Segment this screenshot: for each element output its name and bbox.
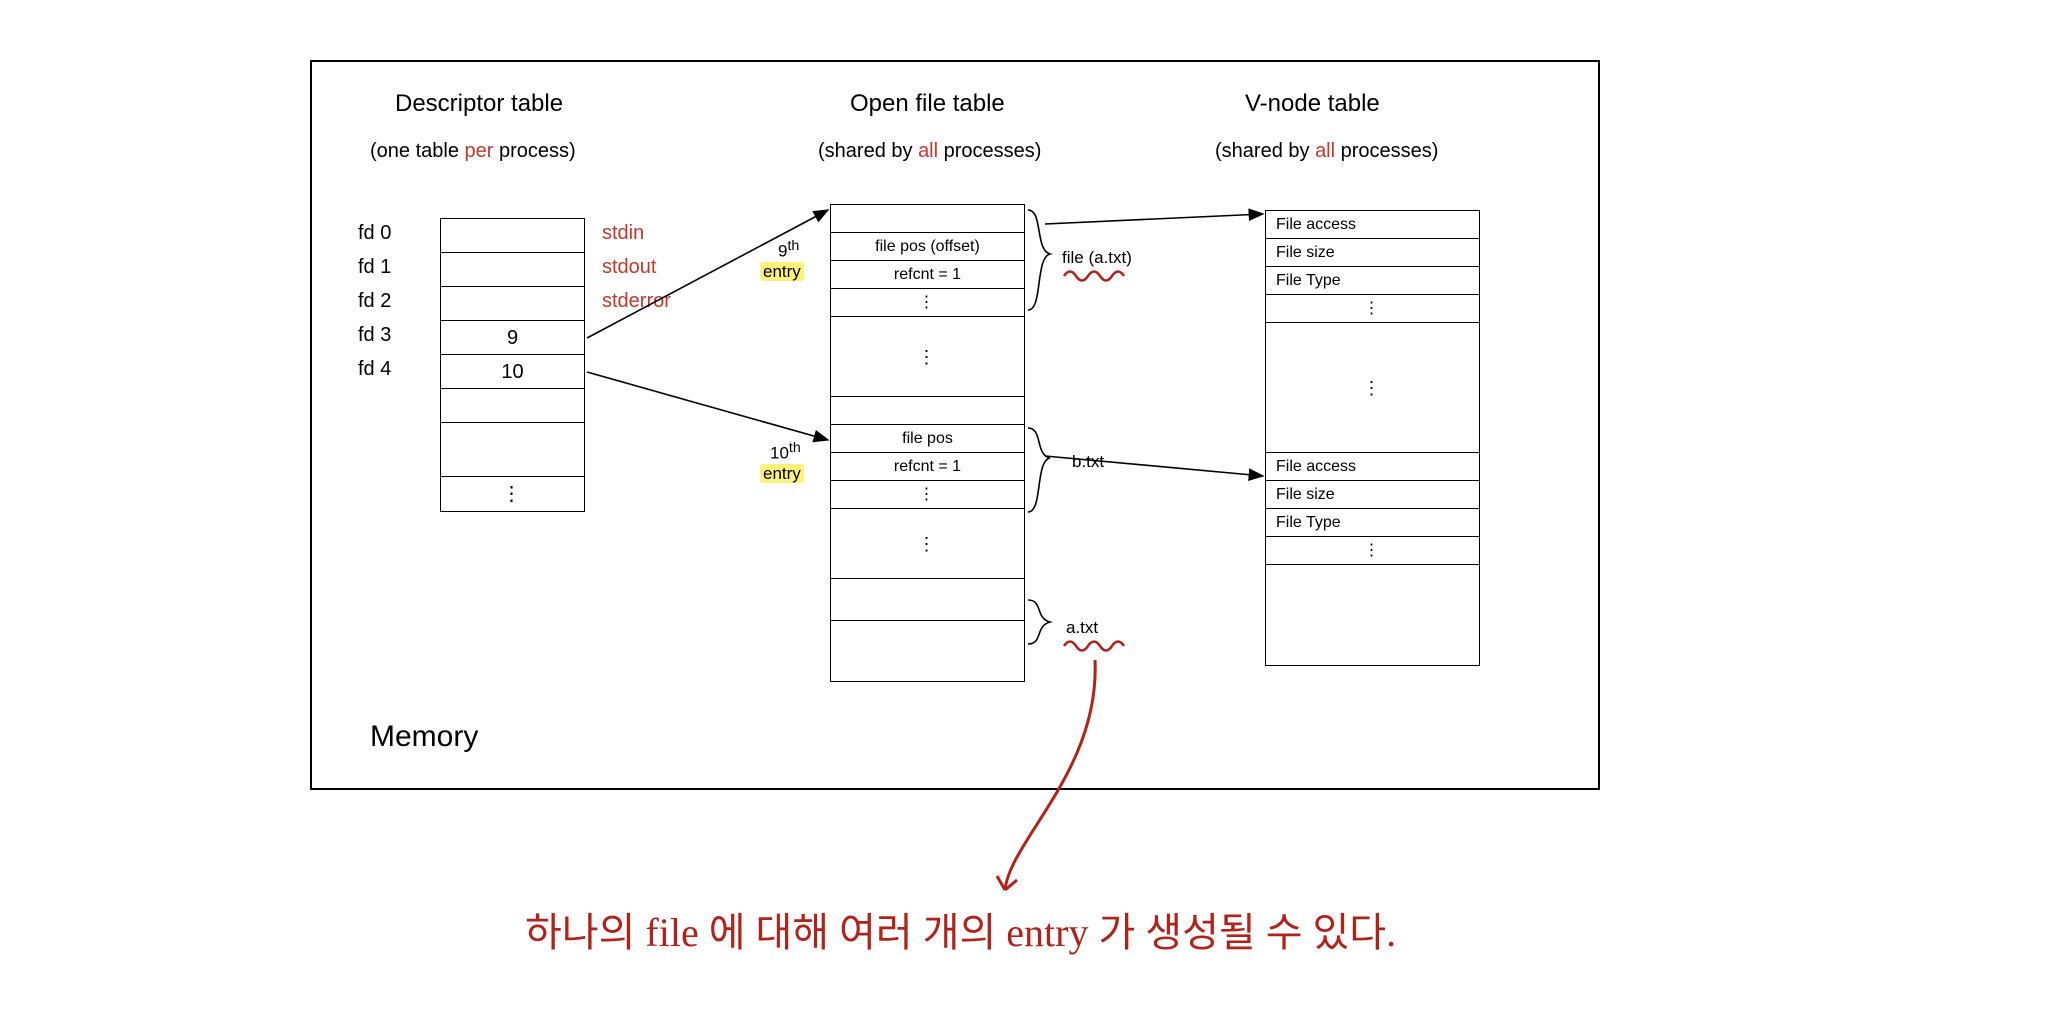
descriptor-title: Descriptor table (395, 90, 563, 118)
vn-row-type1: File Type (1266, 267, 1479, 295)
file-a-label: file (a.txt) (1062, 248, 1132, 268)
openfile-table: file pos (offset) refcnt = 1 ⋮ ⋮ file po… (830, 204, 1025, 682)
vn-row-access1: File access (1266, 211, 1479, 239)
vn-row-dots2: ⋮ (1266, 537, 1479, 565)
openfile-title: Open file table (850, 90, 1005, 118)
descriptor-subtitle: (one table per process) (370, 140, 576, 163)
fd-row-2 (441, 287, 584, 321)
vnode-table: File access File size File Type ⋮ ⋮ File… (1265, 210, 1480, 666)
vn-row-bottom (1266, 565, 1479, 665)
memory-label: Memory (370, 720, 478, 754)
fd-label-2: fd 2 (358, 290, 391, 313)
vn-row-size1: File size (1266, 239, 1479, 267)
vn-row-access2: File access (1266, 453, 1479, 481)
descriptor-table: 9 10 ⋮ (440, 218, 585, 512)
oft-row-dots1: ⋮ (831, 289, 1024, 317)
fd-row-6 (441, 423, 584, 477)
vn-row-dots1: ⋮ (1266, 295, 1479, 323)
fd-row-4: 10 (441, 355, 584, 389)
stdout-label: stdout (602, 256, 656, 279)
openfile-subtitle: (shared by all processes) (818, 140, 1041, 163)
entry-9-label: 9th (778, 238, 799, 262)
fd-label-3: fd 3 (358, 324, 391, 347)
entry-9-word: entry (760, 262, 804, 282)
vnode-title: V-node table (1245, 90, 1380, 118)
stderror-label: stderror (602, 290, 671, 313)
vnode-subtitle: (shared by all processes) (1215, 140, 1438, 163)
vn-row-type2: File Type (1266, 509, 1479, 537)
fd-label-4: fd 4 (358, 358, 391, 381)
vn-row-size2: File size (1266, 481, 1479, 509)
oft-row-bottom (831, 621, 1024, 681)
oft-row-gap2: ⋮ (831, 509, 1024, 579)
fd-row-3: 9 (441, 321, 584, 355)
entry-10-word: entry (760, 464, 804, 484)
oft-row-top2 (831, 397, 1024, 425)
oft-row-atxt2 (831, 579, 1024, 621)
stdin-label: stdin (602, 222, 644, 245)
fd-row-1 (441, 253, 584, 287)
oft-row-filepos1: file pos (offset) (831, 233, 1024, 261)
bottom-caption: 하나의 file 에 대해 여러 개의 entry 가 생성될 수 있다. (525, 900, 1396, 958)
oft-row-gap1: ⋮ (831, 317, 1024, 397)
file-a2-label: a.txt (1066, 618, 1098, 638)
oft-row-refcnt2: refcnt = 1 (831, 453, 1024, 481)
fd-row-5 (441, 389, 584, 423)
file-b-label: b.txt (1072, 452, 1104, 472)
fd-label-1: fd 1 (358, 256, 391, 279)
fd-row-0 (441, 219, 584, 253)
oft-row-top (831, 205, 1024, 233)
vn-row-gap: ⋮ (1266, 323, 1479, 453)
fd-label-0: fd 0 (358, 222, 391, 245)
entry-10-label: 10th (770, 440, 801, 464)
fd-row-dots: ⋮ (441, 477, 584, 511)
oft-row-filepos2: file pos (831, 425, 1024, 453)
oft-row-refcnt1: refcnt = 1 (831, 261, 1024, 289)
oft-row-dots2: ⋮ (831, 481, 1024, 509)
